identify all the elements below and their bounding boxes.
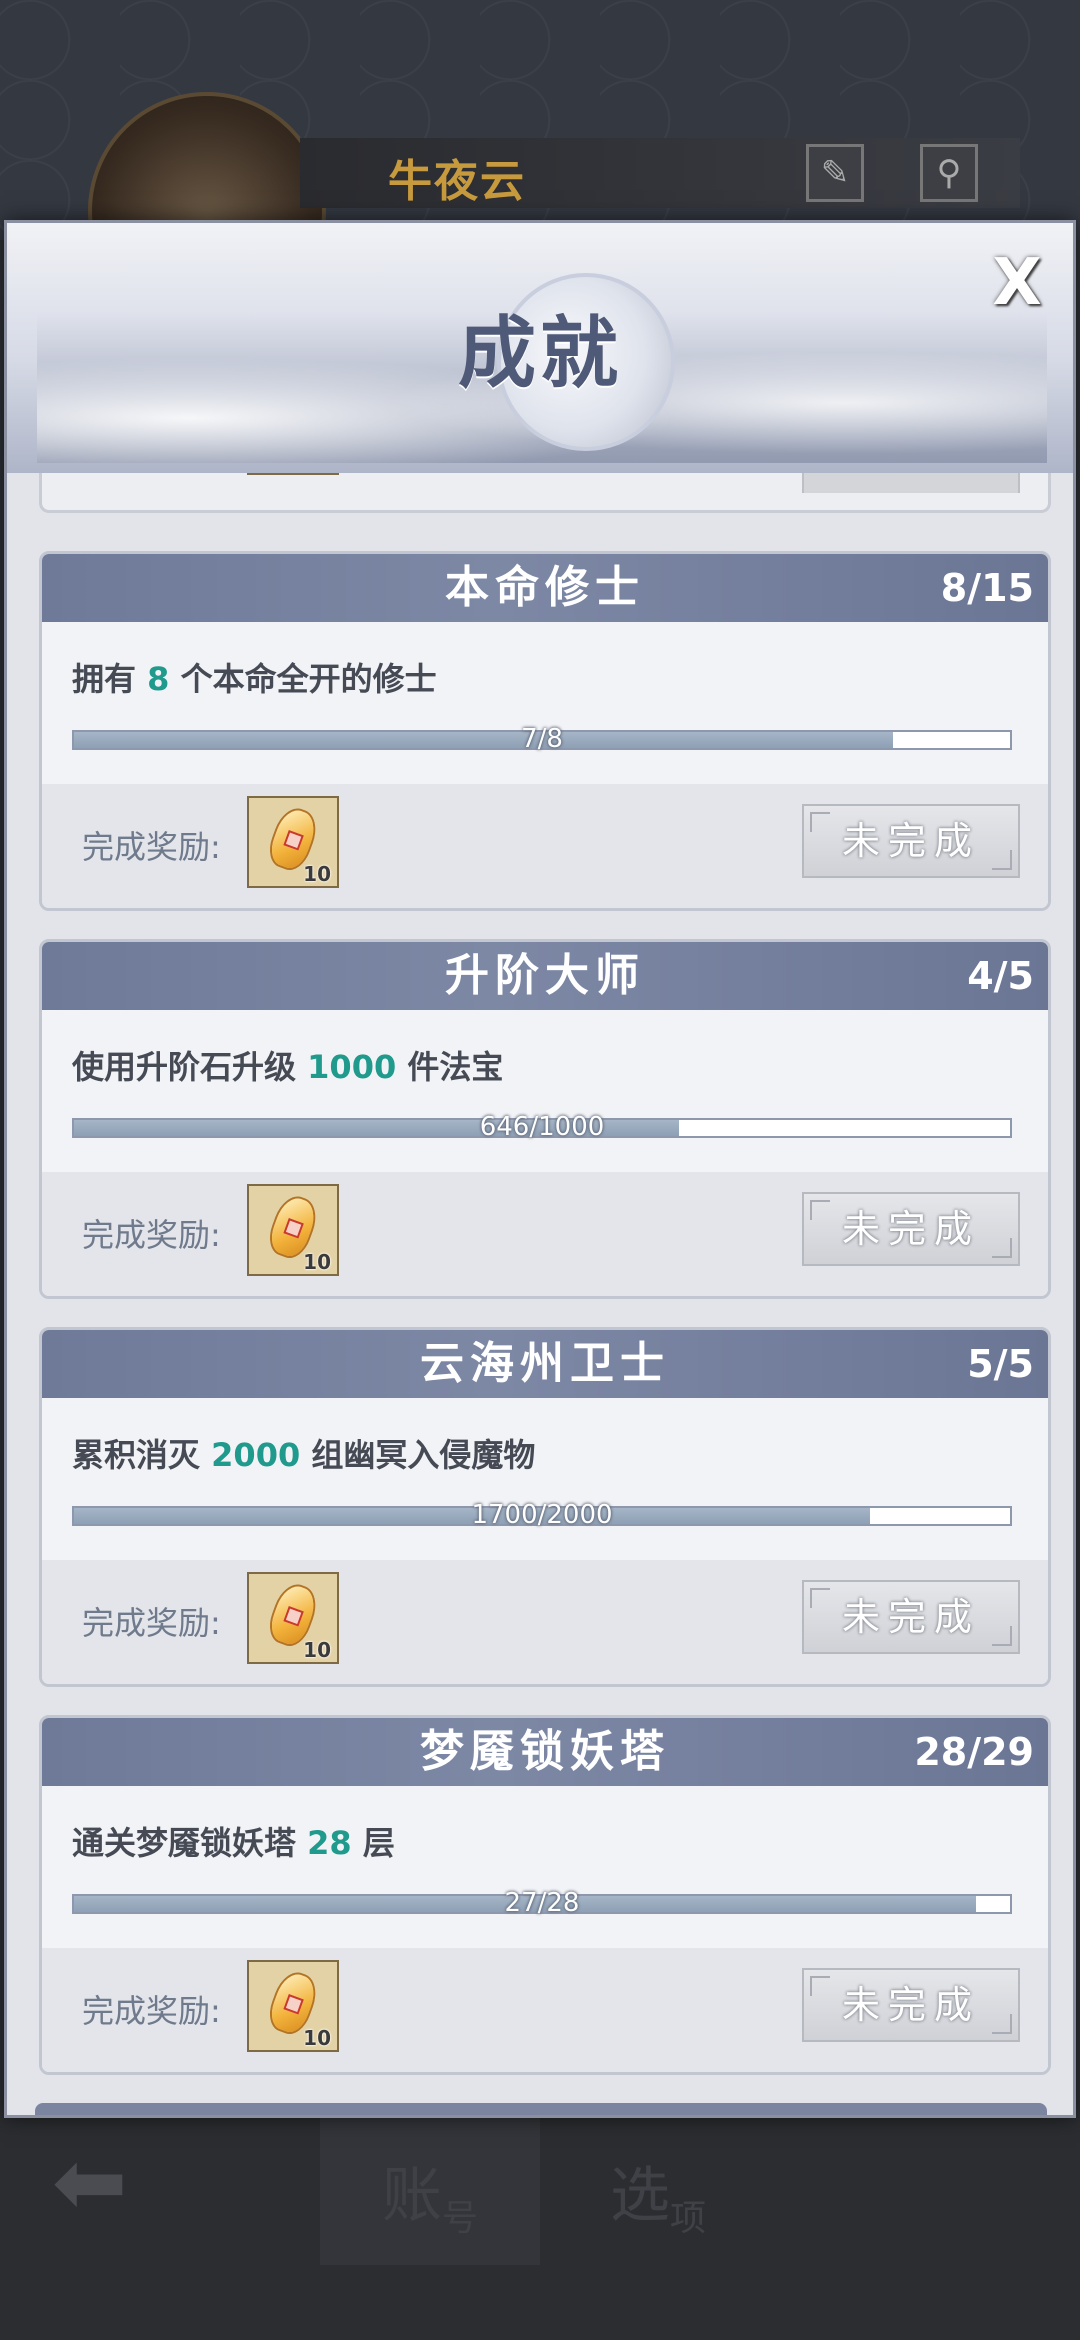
card-header: 本命修士 8/15 <box>42 554 1048 622</box>
reward-quantity: 10 <box>303 2026 331 2050</box>
claim-status-button[interactable]: 未完成 <box>802 1968 1020 2042</box>
desc-text: 拥有 <box>72 660 148 698</box>
reward-item-icon[interactable]: 10 <box>247 473 339 475</box>
key-icon[interactable]: ⚲ <box>920 144 978 202</box>
tab-options-sub: 项 <box>669 2198 706 2239</box>
achievement-count: 8/15 <box>940 566 1034 610</box>
progress-bar: 1700/2000 <box>72 1500 1012 1530</box>
achievement-description: 累积消灭 2000 组幽冥入侵魔物 <box>72 1430 535 1476</box>
next-card-header-partial <box>35 2103 1047 2115</box>
reward-item-icon[interactable]: 10 <box>247 1960 339 2052</box>
progress-bar: 27/28 <box>72 1888 1012 1918</box>
reward-item-icon[interactable]: 10 <box>247 1572 339 1664</box>
reward-row: 完成奖励: 10 未完成 <box>42 1560 1048 1684</box>
reward-label: 完成奖励: <box>82 1992 221 2030</box>
desc-highlight: 1000 <box>307 1048 397 1086</box>
desc-text: 件法宝 <box>396 1048 504 1086</box>
claim-status-button[interactable]: 未完成 <box>802 1580 1020 1654</box>
player-name: 牛夜云 <box>388 156 526 207</box>
achievement-description: 通关梦魇锁妖塔 28 层 <box>72 1818 395 1864</box>
desc-text: 通关梦魇锁妖塔 <box>72 1824 308 1862</box>
achievement-card: 升阶大师 4/5 使用升阶石升级 1000 件法宝 646/1000 完成奖励:… <box>39 939 1051 1299</box>
achievements-modal: 成就 X 10 本命修士 8/15 拥有 8 个本命全开的修士 7/8 完成奖励… <box>4 220 1076 2118</box>
achievement-count: 4/5 <box>967 954 1034 998</box>
claim-status-button[interactable]: 未完成 <box>802 1192 1020 1266</box>
achievement-card-partial: 10 <box>39 473 1051 513</box>
reward-item-icon[interactable]: 10 <box>247 796 339 888</box>
modal-title: 成就 <box>457 308 622 399</box>
tab-account-sub: 号 <box>441 2198 478 2239</box>
card-header: 升阶大师 4/5 <box>42 942 1048 1010</box>
reward-label: 完成奖励: <box>82 1216 221 1254</box>
achievement-title: 升阶大师 <box>445 950 645 1001</box>
progress-bar: 646/1000 <box>72 1112 1012 1142</box>
desc-text: 层 <box>351 1824 395 1862</box>
close-button[interactable]: X <box>987 251 1047 315</box>
tab-account-label: 账 <box>381 2160 442 2231</box>
card-header: 梦魇锁妖塔 28/29 <box>42 1718 1048 1786</box>
tab-options-label: 选 <box>609 2160 670 2231</box>
desc-highlight: 2000 <box>211 1436 301 1474</box>
progress-text: 1700/2000 <box>471 1500 613 1530</box>
achievement-title: 梦魇锁妖塔 <box>420 1726 670 1777</box>
tab-options[interactable]: 选项 <box>548 2115 768 2265</box>
tab-account[interactable]: 账号 <box>320 2115 540 2265</box>
desc-text: 组幽冥入侵魔物 <box>300 1436 536 1474</box>
achievement-card: 梦魇锁妖塔 28/29 通关梦魇锁妖塔 28 层 27/28 完成奖励: 10 … <box>39 1715 1051 2075</box>
achievement-title: 云海州卫士 <box>420 1338 670 1389</box>
back-arrow-icon[interactable]: ⬅ <box>52 2130 127 2235</box>
desc-highlight: 8 <box>147 660 170 698</box>
desc-highlight: 28 <box>307 1824 352 1862</box>
reward-label: 完成奖励: <box>82 828 221 866</box>
progress-text: 27/28 <box>504 1888 580 1918</box>
achievement-list[interactable]: 10 本命修士 8/15 拥有 8 个本命全开的修士 7/8 完成奖励: 10 … <box>39 473 1051 2103</box>
achievement-count: 5/5 <box>967 1342 1034 1386</box>
progress-text: 7/8 <box>521 724 563 754</box>
reward-item-icon[interactable]: 10 <box>247 1184 339 1276</box>
desc-text: 个本命全开的修士 <box>169 660 437 698</box>
achievement-title: 本命修士 <box>445 562 645 613</box>
card-header: 云海州卫士 5/5 <box>42 1330 1048 1398</box>
brush-icon[interactable]: ✎ <box>806 144 864 202</box>
achievement-card: 云海州卫士 5/5 累积消灭 2000 组幽冥入侵魔物 1700/2000 完成… <box>39 1327 1051 1687</box>
modal-header: 成就 X <box>7 223 1073 473</box>
desc-text: 使用升阶石升级 <box>72 1048 308 1086</box>
achievement-description: 拥有 8 个本命全开的修士 <box>72 654 437 700</box>
reward-label: 完成奖励: <box>82 1604 221 1642</box>
reward-row: 完成奖励: 10 未完成 <box>42 1948 1048 2072</box>
achievement-card: 本命修士 8/15 拥有 8 个本命全开的修士 7/8 完成奖励: 10 未完成 <box>39 551 1051 911</box>
reward-quantity: 10 <box>303 1250 331 1274</box>
reward-quantity: 10 <box>303 862 331 886</box>
reward-quantity: 10 <box>303 1638 331 1662</box>
achievement-description: 使用升阶石升级 1000 件法宝 <box>72 1042 503 1088</box>
status-button-partial <box>802 473 1020 493</box>
claim-status-button[interactable]: 未完成 <box>802 804 1020 878</box>
desc-text: 累积消灭 <box>72 1436 212 1474</box>
achievement-count: 28/29 <box>914 1730 1034 1774</box>
bottom-bar <box>0 2100 1080 2340</box>
progress-bar: 7/8 <box>72 724 1012 754</box>
reward-row: 完成奖励: 10 未完成 <box>42 784 1048 908</box>
progress-text: 646/1000 <box>479 1112 605 1142</box>
reward-row: 完成奖励: 10 未完成 <box>42 1172 1048 1296</box>
